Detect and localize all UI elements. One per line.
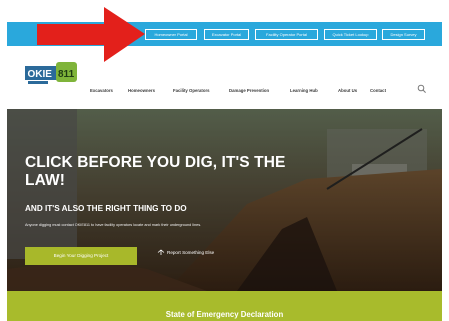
nav-about-us[interactable]: About Us	[338, 88, 357, 93]
begin-digging-project-button[interactable]: Begin Your Digging Project	[25, 247, 137, 265]
emergency-banner-text[interactable]: State of Emergency Declaration	[7, 310, 442, 319]
okie811-logo[interactable]: OKIE 811	[25, 62, 77, 86]
report-something-else-link[interactable]: Report Something Else	[167, 250, 214, 255]
hero-subtitle: AND IT'S ALSO THE RIGHT THING TO DO	[25, 204, 187, 213]
facility-operator-portal-button[interactable]: Facility Operator Portal	[255, 29, 318, 40]
homeowner-portal-button[interactable]: Homeowner Portal	[145, 29, 197, 40]
nav-facility-operators[interactable]: Facility Operators	[173, 88, 210, 93]
report-icon	[157, 249, 165, 255]
hero-section: CLICK BEFORE YOU DIG, IT'S THE LAW! AND …	[7, 109, 442, 291]
hero-body-text: Anyone digging must contact OKIE811 to h…	[25, 223, 202, 227]
design-survey-button[interactable]: Design Survey	[382, 29, 425, 40]
nav-learning-hub[interactable]: Learning Hub	[290, 88, 318, 93]
nav-excavators[interactable]: Excavators	[90, 88, 113, 93]
svg-text:811: 811	[58, 69, 75, 80]
svg-text:OKIE: OKIE	[28, 69, 53, 80]
quick-ticket-lookup-button[interactable]: Quick Ticket Lookup	[324, 29, 377, 40]
search-icon[interactable]	[417, 84, 427, 94]
emergency-banner: State of Emergency Declaration	[7, 291, 442, 321]
nav-damage-prevention[interactable]: Damage Prevention	[229, 88, 269, 93]
nav-homeowners[interactable]: Homeowners	[128, 88, 155, 93]
website-frame: Homeowner Portal Excavator Portal Facili…	[7, 22, 442, 321]
hero-title: CLICK BEFORE YOU DIG, IT'S THE LAW!	[25, 154, 286, 189]
excavator-portal-button[interactable]: Excavator Portal	[204, 29, 249, 40]
arrow-annotation	[37, 7, 145, 62]
nav-contact[interactable]: Contact	[370, 88, 386, 93]
